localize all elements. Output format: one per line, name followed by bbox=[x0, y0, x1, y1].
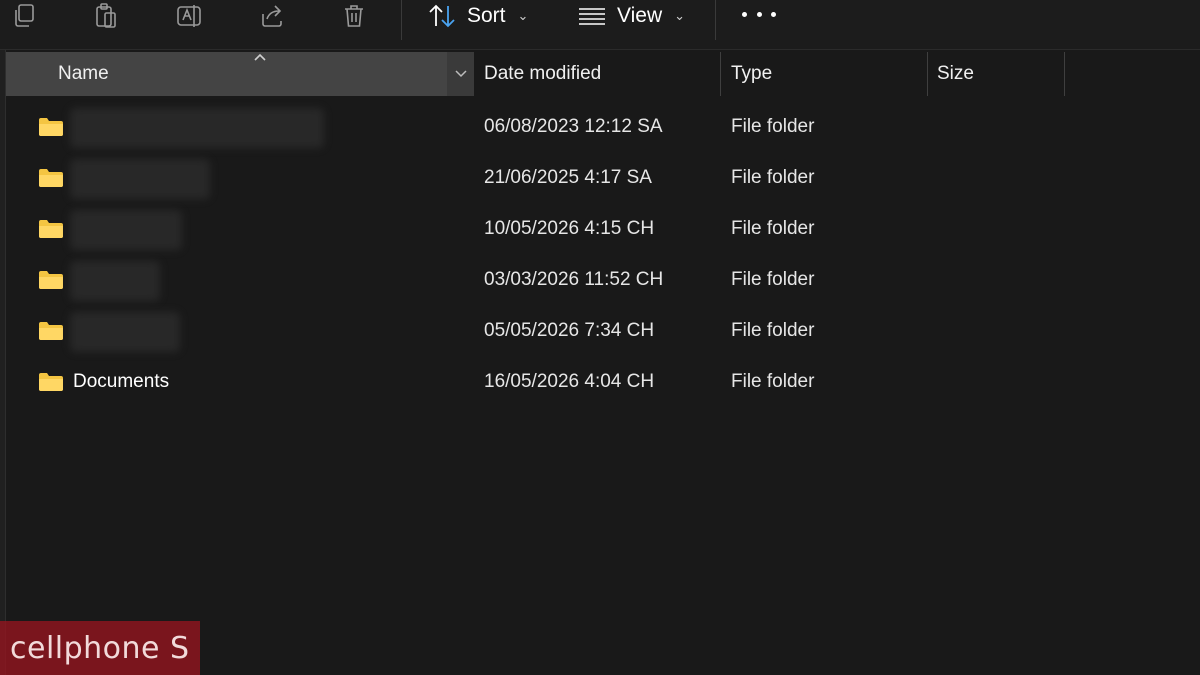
file-type: File folder bbox=[731, 218, 815, 239]
file-date-modified: 21/06/2025 4:17 SA bbox=[484, 167, 652, 188]
table-row[interactable]: 05/05/2026 7:34 CH File folder bbox=[6, 308, 1200, 358]
sort-ascending-icon bbox=[254, 53, 266, 61]
blurred-name bbox=[70, 312, 180, 352]
column-resize-handle[interactable] bbox=[1064, 52, 1065, 96]
column-header-size[interactable]: Size bbox=[937, 52, 974, 96]
chevron-down-icon bbox=[454, 70, 467, 78]
file-type: File folder bbox=[731, 269, 815, 290]
folder-icon bbox=[39, 271, 63, 289]
folder-icon bbox=[39, 220, 63, 238]
view-label: View bbox=[617, 4, 663, 27]
table-row[interactable]: 06/08/2023 12:12 SA File folder bbox=[6, 104, 1200, 154]
column-header-name[interactable]: Name bbox=[6, 52, 447, 96]
folder-icon bbox=[39, 169, 63, 187]
sort-label: Sort bbox=[467, 4, 506, 27]
toolbar-separator bbox=[715, 0, 716, 40]
file-date-modified: 05/05/2026 7:34 CH bbox=[484, 320, 655, 341]
folder-icon bbox=[39, 118, 63, 136]
rename-icon[interactable] bbox=[169, 0, 209, 32]
chevron-down-icon: ⌄ bbox=[517, 8, 529, 23]
file-date-modified: 03/03/2026 11:52 CH bbox=[484, 269, 664, 290]
file-date-modified: 10/05/2026 4:15 CH bbox=[484, 218, 655, 239]
sort-icon bbox=[429, 4, 455, 28]
share-icon[interactable] bbox=[252, 0, 292, 32]
file-type: File folder bbox=[731, 116, 815, 137]
table-row[interactable]: 21/06/2025 4:17 SA File folder bbox=[6, 155, 1200, 205]
column-filter-dropdown[interactable] bbox=[447, 52, 474, 96]
column-header-type-label: Type bbox=[731, 63, 773, 84]
view-button[interactable]: View ⌄ bbox=[577, 0, 685, 32]
file-date-modified: 16/05/2026 4:04 CH bbox=[484, 371, 655, 392]
column-header-name-label: Name bbox=[58, 63, 109, 84]
table-row[interactable]: 03/03/2026 11:52 CH File folder bbox=[6, 257, 1200, 307]
file-type: File folder bbox=[731, 320, 815, 341]
delete-icon[interactable] bbox=[334, 0, 374, 32]
folder-icon bbox=[39, 373, 63, 391]
table-row[interactable]: 10/05/2026 4:15 CH File folder bbox=[6, 206, 1200, 256]
watermark-text: cellphone S bbox=[10, 630, 190, 666]
command-bar: Sort ⌄ View ⌄ bbox=[0, 0, 1200, 50]
file-date-modified: 06/08/2023 12:12 SA bbox=[484, 116, 663, 137]
column-header-date-modified[interactable]: Date modified bbox=[484, 52, 601, 96]
file-name: Documents bbox=[73, 371, 170, 392]
column-resize-handle[interactable] bbox=[720, 52, 721, 96]
blurred-name bbox=[70, 261, 160, 301]
column-header-type[interactable]: Type bbox=[731, 52, 772, 96]
file-type: File folder bbox=[731, 371, 815, 392]
column-header-size-label: Size bbox=[937, 63, 974, 84]
column-resize-handle[interactable] bbox=[927, 52, 928, 96]
copy-icon[interactable] bbox=[4, 0, 44, 32]
paste-icon[interactable] bbox=[86, 0, 126, 32]
blurred-name bbox=[70, 108, 324, 148]
toolbar-separator bbox=[401, 0, 402, 40]
watermark-logo: cellphone S bbox=[0, 621, 200, 675]
sort-button[interactable]: Sort ⌄ bbox=[427, 0, 528, 32]
blurred-name bbox=[70, 210, 182, 250]
folder-icon bbox=[39, 322, 63, 340]
view-list-icon bbox=[579, 8, 605, 25]
more-options-button[interactable] bbox=[742, 2, 776, 26]
column-header-date-label: Date modified bbox=[484, 63, 602, 84]
chevron-down-icon: ⌄ bbox=[674, 8, 686, 23]
blurred-name bbox=[70, 159, 210, 199]
file-type: File folder bbox=[731, 167, 815, 188]
table-row[interactable]: Documents 16/05/2026 4:04 CH File folder bbox=[6, 359, 1200, 409]
